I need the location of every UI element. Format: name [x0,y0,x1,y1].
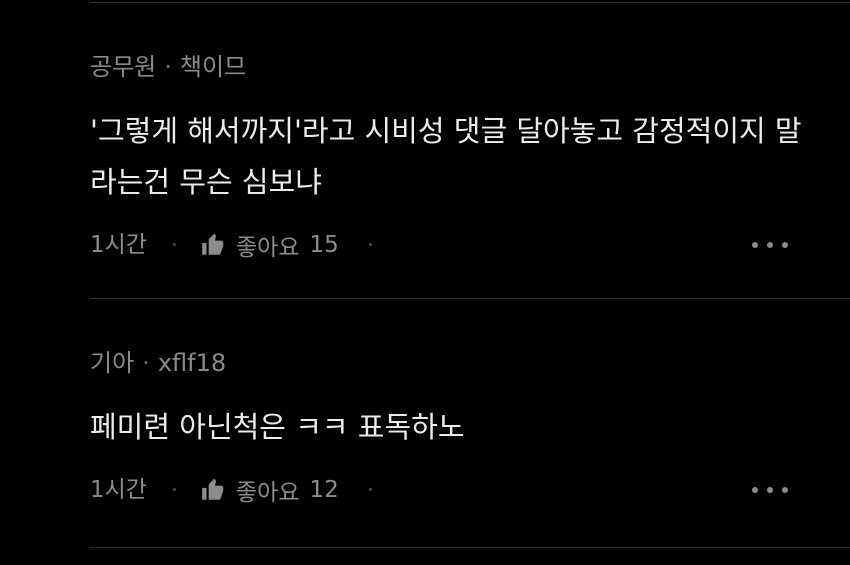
comment-author[interactable]: 공무원 [90,53,156,81]
thumbs-up-icon [202,478,224,500]
top-divider [90,2,850,3]
action-separator [173,488,176,491]
comment-meta: 공무원 · 책이므 [90,50,850,84]
comment-author[interactable]: 기아 [90,349,134,377]
comment-user-id[interactable]: xflf18 [158,349,226,377]
comment-time: 1시간 [90,232,147,258]
comment-body: 페미련 아닌척은 ㅋㅋ 표독하노 [90,410,465,444]
comment-item: 기아 · xflf18 페미련 아닌척은 ㅋㅋ 표독하노 1시간 좋아요 12 [90,346,850,506]
comment-body: '그렇게 해서까지'라고 시비성 댓글 달아놓고 감정적이지 말라는건 무슨 심… [90,114,802,199]
more-icon-dot [782,242,788,248]
thumbs-up-icon [202,233,224,255]
like-count: 12 [309,477,339,503]
action-separator [369,243,372,246]
more-icon-dot [767,242,773,248]
like-count: 15 [309,232,339,258]
more-icon-dot [767,487,773,493]
comment-actions: 1시간 좋아요 12 [90,475,850,506]
comment-time: 1시간 [90,477,147,503]
action-separator [173,243,176,246]
more-icon-dot [752,242,758,248]
like-button[interactable]: 좋아요 15 [200,230,339,261]
more-icon-dot [752,487,758,493]
meta-separator: · [164,53,172,81]
comment-user-id[interactable]: 책이므 [180,53,246,81]
like-label: 좋아요 [236,480,300,506]
meta-separator: · [142,349,150,377]
comment-actions: 1시간 좋아요 15 [90,230,850,261]
more-icon-dot [782,487,788,493]
like-label: 좋아요 [236,235,300,261]
more-options-button[interactable] [752,481,788,499]
action-separator [369,488,372,491]
comment-item: 공무원 · 책이므 '그렇게 해서까지'라고 시비성 댓글 달아놓고 감정적이지 말… [90,50,850,261]
bottom-divider [90,547,850,548]
like-button[interactable]: 좋아요 12 [200,475,339,506]
comment-divider [90,298,850,299]
comment-meta: 기아 · xflf18 [90,346,850,380]
more-options-button[interactable] [752,236,788,254]
